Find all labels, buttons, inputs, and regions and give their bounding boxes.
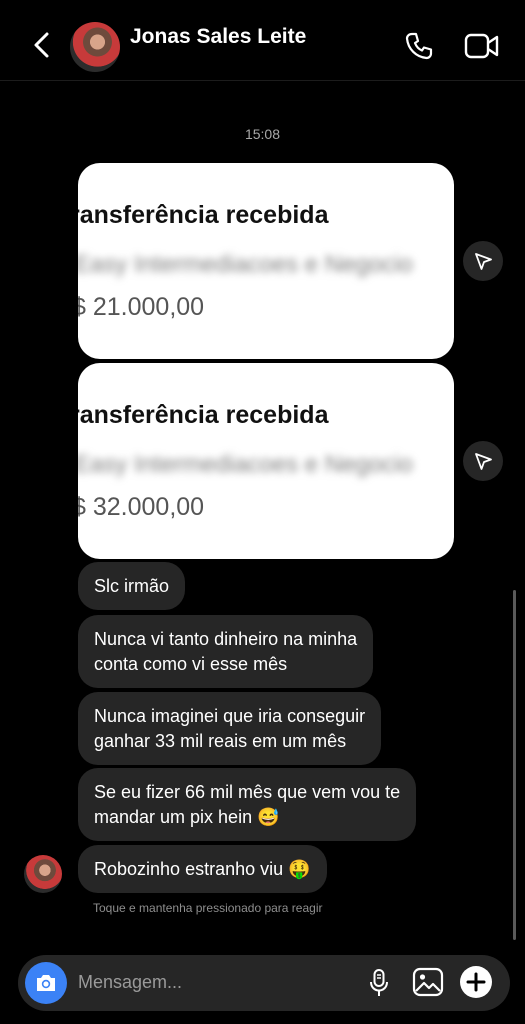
message-bubble[interactable]: Slc irmão [78, 562, 186, 610]
receipt-blurred-payer: Easy Intermediacoes e Negocio [78, 251, 413, 278]
message-bubble[interactable]: Nunca imaginei que iria conseguir ganhar… [78, 692, 382, 765]
message-text-line: mandar um pix hein 😅 [94, 806, 280, 827]
sender-avatar[interactable] [24, 855, 62, 893]
microphone-icon[interactable] [368, 968, 390, 998]
send-arrow-icon [475, 453, 492, 470]
receipt-amount: $ 32.000,00 [78, 493, 205, 521]
contact-avatar[interactable] [70, 22, 120, 72]
phone-icon[interactable] [403, 30, 435, 62]
reaction-hint: Toque e mantenha pressionado para reagir [93, 901, 323, 915]
message-bubble[interactable]: Nunca vi tanto dinheiro na minha conta c… [78, 615, 374, 688]
transfer-receipt-image[interactable]: ransferência recebida Easy Intermediacoe… [78, 163, 454, 359]
more-options-button[interactable] [460, 966, 492, 998]
message-text-line: Nunca imaginei que iria conseguir [94, 705, 366, 726]
receipt-title: ransferência recebida [78, 401, 329, 429]
scrollbar[interactable] [513, 590, 516, 940]
transfer-receipt-image[interactable]: ransferência recebida Easy Intermediacoe… [78, 363, 454, 559]
plus-icon [466, 972, 486, 992]
message-input[interactable]: Mensagem... [78, 972, 182, 993]
share-button[interactable] [463, 441, 503, 481]
receipt-amount: $ 21.000,00 [78, 293, 205, 321]
camera-button[interactable] [25, 962, 67, 1004]
message-composer: Mensagem... [18, 955, 510, 1011]
message-text: Slc irmão [94, 575, 170, 596]
share-button[interactable] [463, 241, 503, 281]
back-arrow-icon[interactable] [28, 30, 56, 60]
message-bubble[interactable]: Robozinho estranho viu 🤑 [78, 845, 327, 893]
camera-icon [37, 975, 55, 991]
chat-header: Jonas Sales Leite [0, 0, 525, 81]
send-arrow-icon [475, 253, 492, 270]
message-text-line: conta como vi esse mês [94, 653, 288, 674]
message-bubble[interactable]: Se eu fizer 66 mil mês que vem vou te ma… [78, 768, 417, 841]
video-call-icon[interactable] [464, 32, 500, 60]
message-text-line: Nunca vi tanto dinheiro na minha [94, 628, 358, 649]
message-text-line: ganhar 33 mil reais em um mês [94, 730, 347, 751]
message-text-line: Se eu fizer 66 mil mês que vem vou te [94, 781, 401, 802]
receipt-blurred-payer: Easy Intermediacoes e Negocio [78, 451, 413, 478]
contact-name[interactable]: Jonas Sales Leite [130, 25, 306, 49]
receipt-title: ransferência recebida [78, 201, 329, 229]
message-timestamp: 15:08 [244, 126, 281, 142]
gallery-icon[interactable] [412, 967, 444, 997]
message-text: Robozinho estranho viu 🤑 [94, 858, 311, 879]
